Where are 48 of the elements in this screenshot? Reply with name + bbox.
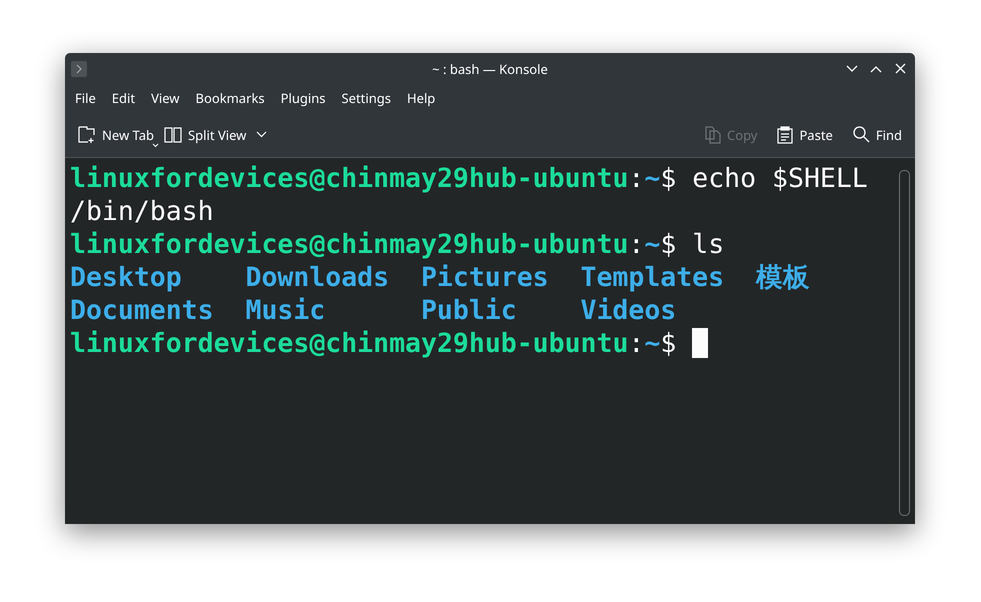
directory-name: Desktop <box>70 261 182 294</box>
close-icon <box>894 63 906 74</box>
clipboard-icon <box>777 126 794 144</box>
menu-item[interactable]: Settings <box>334 85 399 111</box>
directory-name: 模板 <box>756 261 810 294</box>
directory-name: Templates <box>580 261 724 294</box>
directory-name: Downloads <box>245 261 390 294</box>
prompt-user-host: linuxfordevices@chinmay29hub-ubuntu <box>70 229 628 260</box>
menu-item[interactable]: View <box>143 85 188 111</box>
new-tab-icon <box>78 126 96 143</box>
prompt-separator: : <box>628 328 644 359</box>
menu-item[interactable]: File <box>67 85 104 111</box>
directory-name: Videos <box>580 294 676 327</box>
command-text: ls <box>691 229 724 260</box>
scrollbar[interactable] <box>899 170 910 516</box>
output-text: /bin/bash <box>70 196 214 227</box>
directory-name: Music <box>245 294 326 327</box>
window-title: ~ : bash — Konsole <box>432 60 548 78</box>
menu-item[interactable]: Help <box>398 85 444 111</box>
split-view-icon <box>164 126 182 142</box>
paste-button[interactable]: Paste <box>772 122 838 148</box>
chevron-down-icon <box>846 64 858 72</box>
chevron-up-icon <box>870 64 882 72</box>
terminal-app-icon <box>71 60 87 76</box>
prompt-separator: : <box>628 229 644 260</box>
caret-icon <box>152 142 160 148</box>
prompt-separator: : <box>628 163 644 194</box>
find-button[interactable]: Find <box>848 122 907 148</box>
copy-icon <box>704 126 721 144</box>
caret-icon <box>256 131 268 138</box>
prompt-user-host: linuxfordevices@chinmay29hub-ubuntu <box>70 163 628 194</box>
prompt-path: ~ <box>644 328 660 359</box>
menu-item[interactable]: Plugins <box>272 85 334 111</box>
directory-name: Documents <box>70 294 214 327</box>
directory-name: Public <box>420 294 517 327</box>
prompt-path: ~ <box>644 229 660 260</box>
prompt-symbol: $ <box>660 229 676 260</box>
new-tab-button[interactable]: New Tab <box>73 122 160 148</box>
search-icon <box>852 126 870 143</box>
prompt-path: ~ <box>644 163 660 194</box>
prompt-symbol: $ <box>660 328 676 359</box>
split-view-button[interactable]: Split View <box>159 122 252 148</box>
command-text: echo $SHELL <box>691 163 868 194</box>
directory-name: Pictures <box>420 261 549 294</box>
menu-item[interactable]: Bookmarks <box>188 85 273 111</box>
prompt-user-host: linuxfordevices@chinmay29hub-ubuntu <box>70 328 628 359</box>
menu-item[interactable]: Edit <box>104 85 144 111</box>
prompt-symbol: $ <box>660 163 676 194</box>
